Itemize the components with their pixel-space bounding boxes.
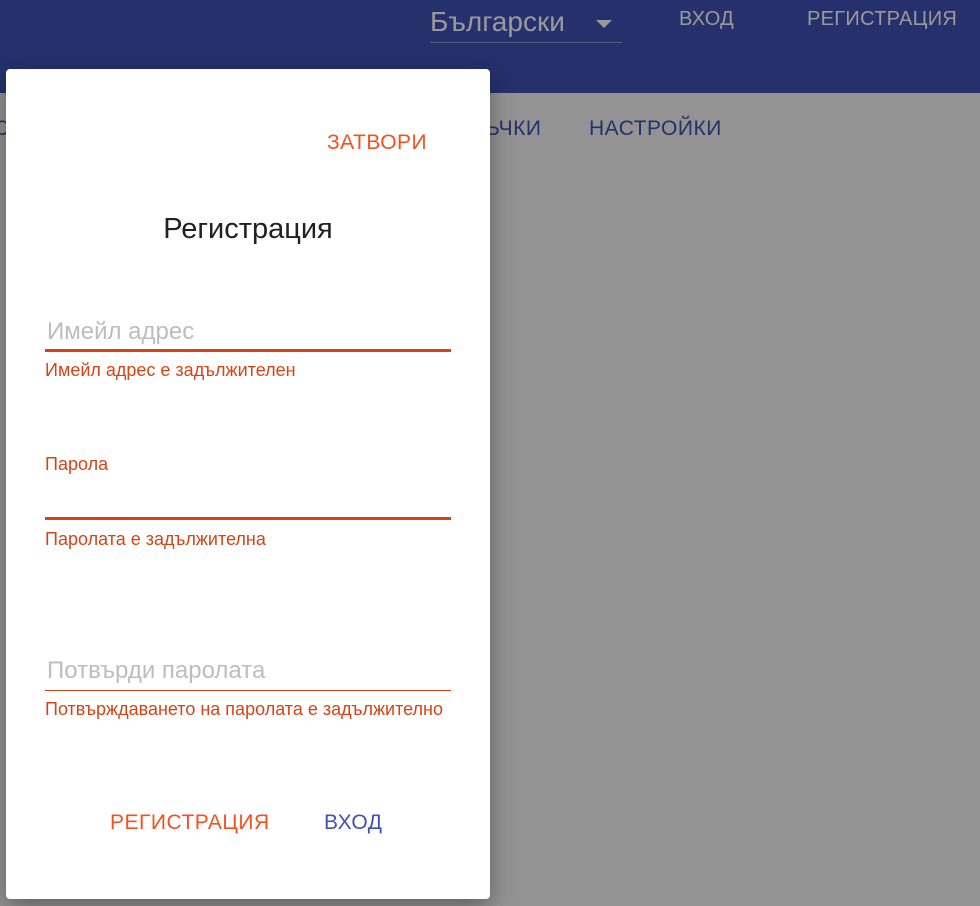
confirm-field-wrapper <box>45 656 451 691</box>
registration-dialog: ЗАТВОРИ Регистрация Имейл адрес е задълж… <box>6 69 490 899</box>
register-button[interactable]: РЕГИСТРАЦИЯ <box>110 809 270 837</box>
password-field-wrapper: Парола <box>45 453 451 520</box>
confirm-error: Потвърждаването на паролата е задължител… <box>45 699 444 719</box>
login-button[interactable]: ВХОД <box>324 809 383 837</box>
confirm-password-input[interactable] <box>45 656 451 686</box>
email-error: Имейл адрес е задължителен <box>45 360 296 380</box>
confirm-underline <box>45 690 451 691</box>
password-label: Парола <box>45 454 109 474</box>
password-error: Паролата е задължителна <box>45 529 266 549</box>
email-input[interactable] <box>45 317 451 347</box>
dialog-title: Регистрация <box>163 213 333 245</box>
email-field-wrapper <box>45 317 451 352</box>
password-underline <box>45 517 451 520</box>
email-underline <box>45 349 451 352</box>
close-button[interactable]: ЗАТВОРИ <box>327 129 427 157</box>
password-input[interactable] <box>45 486 451 516</box>
